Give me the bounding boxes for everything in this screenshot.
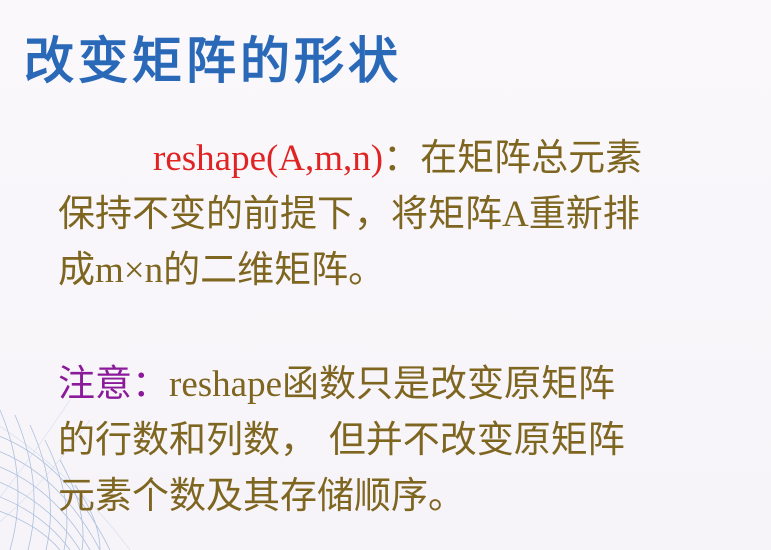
note-line-3: 元素个数及其存储顺序。: [58, 474, 465, 517]
reshape-description: reshape(A,m,n)：在矩阵总元素 保持不变的前提下，将矩阵A重新排 成…: [58, 130, 642, 298]
dimension-expression: m×n: [95, 250, 164, 291]
description-text-1: ：在矩阵总元素: [383, 136, 643, 179]
description-line-1: reshape(A,m,n)：在矩阵总元素: [58, 130, 642, 186]
note-line-2: 的行数和列数， 但并不改变原矩阵: [58, 418, 625, 461]
matrix-name: A: [502, 194, 529, 235]
description-text-2b: 重新排: [528, 192, 640, 235]
reshape-syntax: reshape(A,m,n): [153, 138, 384, 179]
description-text-2a: 保持不变的前提下，将矩阵: [58, 192, 502, 235]
description-text-3a: 成: [58, 248, 95, 291]
description-text-3b: 的二维矩阵。: [163, 248, 386, 291]
reshape-function-name: reshape: [169, 364, 282, 405]
slide: 改变矩阵的形状 reshape(A,m,n)：在矩阵总元素 保持不变的前提下，将…: [0, 0, 771, 550]
slide-title: 改变矩阵的形状: [24, 31, 402, 90]
note-text-1: 函数只是改变原矩阵: [282, 362, 615, 405]
note-label: 注意：: [58, 362, 169, 405]
description-line-2: 保持不变的前提下，将矩阵A重新排: [58, 186, 642, 242]
note-line-1: 注意：reshape函数只是改变原矩阵: [58, 356, 625, 412]
reshape-note: 注意：reshape函数只是改变原矩阵 的行数和列数， 但并不改变原矩阵 元素个…: [58, 356, 625, 524]
description-line-3: 成m×n的二维矩阵。: [58, 242, 642, 298]
